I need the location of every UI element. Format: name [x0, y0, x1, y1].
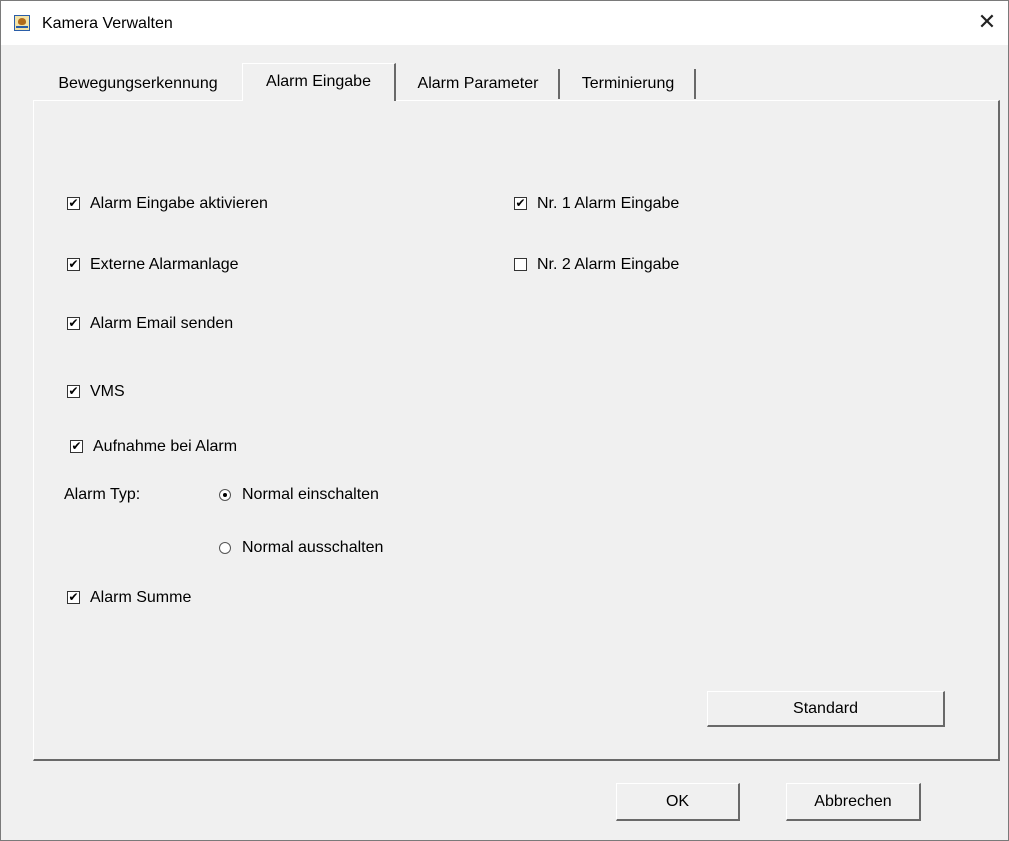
checkbox-box[interactable]: ✔	[67, 258, 80, 271]
radio-label: Normal ausschalten	[242, 539, 384, 556]
checkbox-box[interactable]: ✔	[70, 440, 83, 453]
checkbox-label: Externe Alarmanlage	[90, 256, 239, 273]
tab-terminierung[interactable]: Terminierung	[562, 69, 696, 99]
checkbox-box[interactable]	[514, 258, 527, 271]
ok-button[interactable]: OK	[616, 783, 740, 821]
checkbox-box[interactable]: ✔	[514, 197, 527, 210]
radio-button[interactable]	[219, 542, 231, 554]
checkbox-label: Alarm Summe	[90, 589, 192, 606]
title-bar: Kamera Verwalten ✕	[1, 1, 1008, 45]
tab-alarm-eingabe[interactable]: Alarm Eingabe	[242, 63, 396, 101]
radio-button[interactable]	[219, 489, 231, 501]
standard-button[interactable]: Standard	[707, 691, 945, 727]
alarm-typ-label: Alarm Typ:	[64, 486, 141, 503]
dialog-window: Kamera Verwalten ✕ Bewegungserkennung Al…	[0, 0, 1009, 841]
checkbox-box[interactable]: ✔	[67, 197, 80, 210]
checkbox-box[interactable]: ✔	[67, 385, 80, 398]
tab-bewegungserkennung[interactable]: Bewegungserkennung	[34, 69, 242, 99]
tab-alarm-parameter[interactable]: Alarm Parameter	[398, 69, 560, 99]
checkbox-label: Aufnahme bei Alarm	[93, 438, 238, 455]
checkbox-box[interactable]: ✔	[67, 317, 80, 330]
window-title: Kamera Verwalten	[42, 15, 173, 32]
checkbox-label: Nr. 1 Alarm Eingabe	[537, 195, 680, 212]
close-icon[interactable]: ✕	[967, 3, 1007, 43]
checkbox-label: Nr. 2 Alarm Eingabe	[537, 256, 680, 273]
radio-label: Normal einschalten	[242, 486, 379, 503]
checkbox-label: Alarm Email senden	[90, 315, 234, 332]
checkbox-label: Alarm Eingabe aktivieren	[90, 195, 268, 212]
camera-app-icon	[14, 15, 30, 31]
checkbox-label: VMS	[90, 383, 125, 400]
cancel-button[interactable]: Abbrechen	[786, 783, 921, 821]
checkbox-box[interactable]: ✔	[67, 591, 80, 604]
